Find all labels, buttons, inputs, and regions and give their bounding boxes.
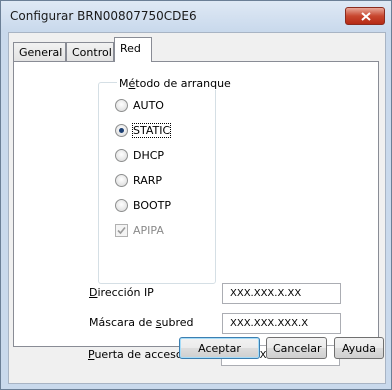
subnet-mask-input[interactable] xyxy=(222,313,341,334)
window-title: Configurar BRN00807750CDE6 xyxy=(10,9,197,23)
subnet-mask-label: Máscara de subred xyxy=(89,316,194,329)
tab-red[interactable]: Red xyxy=(114,37,152,62)
radio-bootp-label: BOOTP xyxy=(133,198,172,212)
accept-button[interactable]: Aceptar xyxy=(179,337,260,359)
tab-red-label: Red xyxy=(120,42,141,55)
radio-auto-label: AUTO xyxy=(133,98,164,112)
radio-rarp[interactable]: RARP xyxy=(115,172,162,188)
radio-auto-button[interactable] xyxy=(115,98,128,112)
checkbox-apipa-label: APIPA xyxy=(133,223,164,237)
ip-address-input[interactable] xyxy=(222,283,341,304)
ip-address-label: Dirección IP xyxy=(89,286,154,299)
tab-control[interactable]: Control xyxy=(66,42,114,61)
radio-bootp-button[interactable] xyxy=(115,198,128,212)
tab-general[interactable]: General xyxy=(13,42,66,61)
radio-static-label: STATIC xyxy=(131,122,172,138)
help-button[interactable]: Ayuda xyxy=(334,337,384,359)
close-icon xyxy=(361,12,371,21)
radio-dhcp[interactable]: DHCP xyxy=(115,147,164,163)
cancel-button[interactable]: Cancelar xyxy=(266,337,327,359)
radio-dhcp-label: DHCP xyxy=(133,148,165,162)
radio-static-button[interactable] xyxy=(115,123,128,137)
checkmark-icon xyxy=(117,226,126,234)
dialog-window: Configurar BRN00807750CDE6 General Contr… xyxy=(0,0,392,390)
boot-method-legend: Método de arranque xyxy=(117,77,233,90)
gateway-label: Puerta de acceso xyxy=(88,348,183,361)
radio-dhcp-button[interactable] xyxy=(115,148,128,162)
tab-general-label: General xyxy=(19,46,63,59)
close-button[interactable] xyxy=(345,7,385,25)
checkbox-apipa-box[interactable] xyxy=(115,223,128,237)
title-bar[interactable]: Configurar BRN00807750CDE6 xyxy=(1,1,391,31)
checkbox-apipa[interactable]: APIPA xyxy=(115,222,164,238)
tab-control-label: Control xyxy=(72,46,112,59)
tab-panel-red: Método de arranque AUTO STATIC DHCP RARP… xyxy=(13,61,379,347)
radio-bootp[interactable]: BOOTP xyxy=(115,197,171,213)
dialog-client-area: General Control Red Método de arranque A… xyxy=(8,32,386,384)
radio-auto[interactable]: AUTO xyxy=(115,97,164,113)
radio-rarp-label: RARP xyxy=(133,173,162,187)
radio-rarp-button[interactable] xyxy=(115,173,128,187)
radio-static[interactable]: STATIC xyxy=(115,122,172,138)
